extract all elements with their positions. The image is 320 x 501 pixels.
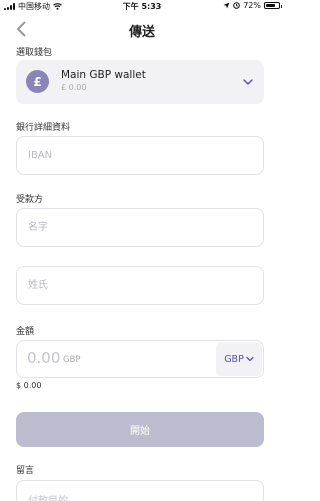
start-button[interactable]: 開始 (16, 412, 264, 447)
recipient-section-label: 受款方 (16, 195, 44, 205)
note-placeholder: 付款目的 (28, 492, 68, 501)
battery-icon (264, 2, 282, 9)
location-arrow-icon (223, 2, 230, 9)
wallet-section-label: 選取錢包 (16, 48, 53, 58)
first-name-input[interactable] (17, 209, 263, 246)
chevron-down-icon (246, 356, 254, 362)
iban-field (16, 136, 264, 175)
gbp-currency-badge: £ (26, 70, 49, 93)
fee-amount: $ 0.00 (16, 381, 42, 390)
wallet-balance: £ 0.00 (61, 83, 87, 92)
iban-input[interactable] (17, 137, 263, 174)
amount-value[interactable]: 0.00 (27, 349, 60, 367)
note-section-label: 留言 (16, 466, 35, 476)
alarm-icon (233, 2, 241, 9)
status-right: 72% (223, 1, 282, 10)
amount-section-label: 金額 (16, 327, 35, 337)
nav-bar: 傳送 (0, 14, 284, 44)
amount-currency-code: GBP (63, 355, 81, 365)
wallet-name: Main GBP wallet (61, 69, 146, 81)
amount-field[interactable]: 0.00 GBP GBP (16, 340, 264, 378)
last-name-input[interactable] (17, 267, 263, 304)
battery-fill (266, 4, 275, 7)
wallet-selector[interactable]: £ Main GBP wallet £ 0.00 (16, 60, 264, 104)
currency-selector-label: GBP (224, 353, 244, 365)
page-title: 傳送 (128, 25, 155, 40)
bank-section-label: 銀行詳細資料 (16, 123, 71, 133)
note-field[interactable]: 付款目的 (16, 480, 264, 501)
battery-percent: 72% (243, 1, 261, 10)
status-bar: 中国移动 下午 5:33 72% (0, 0, 284, 13)
chevron-down-icon (243, 79, 253, 85)
currency-selector[interactable]: GBP (216, 342, 262, 376)
first-name-field (16, 208, 264, 247)
last-name-field (16, 266, 264, 305)
